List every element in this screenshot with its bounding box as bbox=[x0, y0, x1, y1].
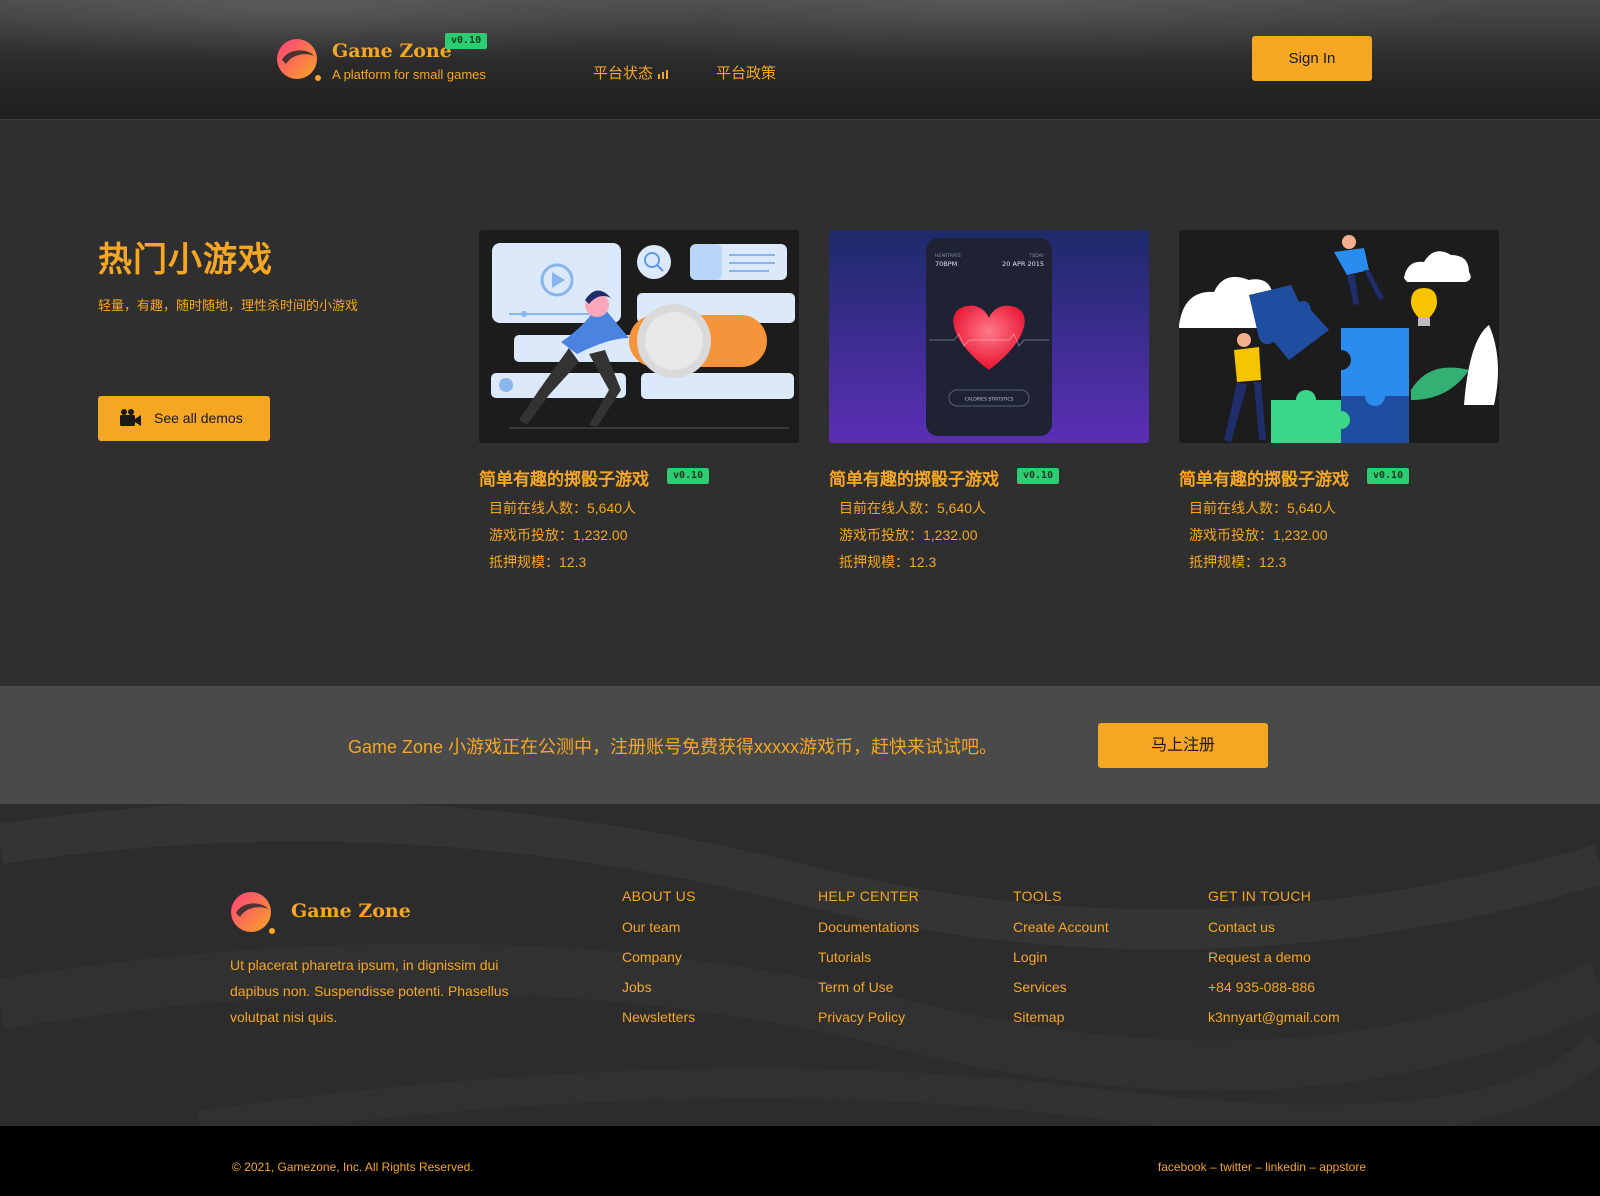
footer-link[interactable]: Request a demo bbox=[1208, 949, 1340, 965]
game-thumbnail-image[interactable]: HEARTRATE 70BPM TODAY 20 APR 2015 CALORI… bbox=[829, 230, 1149, 443]
column-heading: GET IN TOUCH bbox=[1208, 888, 1312, 904]
online-count: 目前在线人数：5,640人 bbox=[839, 500, 987, 516]
nav-platform-policy[interactable]: 平台政策 bbox=[716, 62, 776, 83]
game-thumbnail-image[interactable] bbox=[1179, 230, 1499, 443]
column-heading: HELP CENTER bbox=[818, 888, 920, 904]
see-all-demos-button[interactable]: See all demos bbox=[98, 396, 270, 441]
register-now-button[interactable]: 马上注册 bbox=[1098, 723, 1268, 768]
footer-brand-name[interactable]: Game Zone bbox=[291, 900, 411, 922]
game-zone-logo-icon[interactable] bbox=[276, 38, 322, 84]
coins-issued: 游戏币投放：1,232.00 bbox=[1189, 527, 1328, 543]
footer-link[interactable]: Login bbox=[1013, 949, 1109, 965]
version-badge: v0.10 bbox=[445, 33, 488, 49]
footer-link[interactable]: Create Account bbox=[1013, 919, 1109, 935]
footer-link[interactable]: Privacy Policy bbox=[818, 1009, 919, 1025]
column-heading: ABOUT US bbox=[622, 888, 696, 904]
social-links[interactable]: facebook – twitter – linkedin – appstore bbox=[1158, 1160, 1366, 1174]
footer-link[interactable]: k3nnyart@gmail.com bbox=[1208, 1009, 1340, 1025]
footer: Game Zone Ut placerat pharetra ipsum, in… bbox=[0, 804, 1600, 1126]
sign-in-button[interactable]: Sign In bbox=[1252, 36, 1372, 81]
footer-column-contact: GET IN TOUCH Contact us Request a demo +… bbox=[1208, 888, 1340, 1025]
footer-link[interactable]: Tutorials bbox=[818, 949, 919, 965]
phone-label-heartrate: HEARTRATE bbox=[935, 253, 961, 259]
game-card[interactable]: HEARTRATE 70BPM TODAY 20 APR 2015 CALORI… bbox=[829, 230, 1149, 572]
stake-size: 抵押规模：12.3 bbox=[1189, 554, 1287, 570]
bottom-bar: © 2021, Gamezone, Inc. All Rights Reserv… bbox=[0, 1126, 1600, 1196]
footer-description: Ut placerat pharetra ipsum, in dignissim… bbox=[230, 957, 509, 1025]
footer-link[interactable]: +84 935-088-886 bbox=[1208, 979, 1340, 995]
phone-label-today: TODAY bbox=[1028, 253, 1044, 259]
stake-size: 抵押规模：12.3 bbox=[839, 554, 937, 570]
top-header: Game Zone v0.10 A platform for small gam… bbox=[0, 0, 1600, 120]
hero-subtitle: 轻量，有趣，随时随地，理性杀时间的小游戏 bbox=[98, 298, 359, 313]
game-title[interactable]: 简单有趣的掷骰子游戏 bbox=[829, 470, 999, 489]
nav-platform-status[interactable]: 平台状态 bbox=[593, 62, 670, 83]
footer-link[interactable]: Newsletters bbox=[622, 1009, 696, 1025]
footer-column-tools: TOOLS Create Account Login Services Site… bbox=[1013, 888, 1109, 1025]
video-camera-icon bbox=[120, 409, 141, 426]
nav-label: 平台状态 bbox=[593, 65, 654, 82]
footer-link[interactable]: Company bbox=[622, 949, 696, 965]
phone-bpm: 70BPM bbox=[935, 260, 957, 268]
see-all-demos-label: See all demos bbox=[154, 410, 243, 426]
banner-text: Game Zone 小游戏正在公测中，注册账号免费获得xxxxx游戏币，赶快来试… bbox=[348, 737, 998, 757]
footer-link[interactable]: Sitemap bbox=[1013, 1009, 1109, 1025]
column-heading: TOOLS bbox=[1013, 888, 1062, 904]
game-thumbnail-image[interactable] bbox=[479, 230, 799, 443]
footer-link[interactable]: Jobs bbox=[622, 979, 696, 995]
online-count: 目前在线人数：5,640人 bbox=[489, 500, 637, 516]
brand-tagline: A platform for small games bbox=[332, 67, 486, 82]
signal-bars-icon bbox=[658, 70, 669, 79]
game-card[interactable]: 简单有趣的掷骰子游戏 v0.10 目前在线人数：5,640人 游戏币投放：1,2… bbox=[1179, 230, 1499, 572]
copyright: © 2021, Gamezone, Inc. All Rights Reserv… bbox=[232, 1160, 474, 1174]
phone-button: CALORIES STATISTICS bbox=[965, 397, 1014, 403]
phone-date: 20 APR 2015 bbox=[1002, 260, 1044, 268]
game-title[interactable]: 简单有趣的掷骰子游戏 bbox=[1179, 470, 1349, 489]
brand-name[interactable]: Game Zone bbox=[332, 40, 452, 62]
footer-link[interactable]: Term of Use bbox=[818, 979, 919, 995]
signup-banner: Game Zone 小游戏正在公测中，注册账号免费获得xxxxx游戏币，赶快来试… bbox=[0, 686, 1600, 804]
game-title[interactable]: 简单有趣的掷骰子游戏 bbox=[479, 470, 649, 489]
footer-link[interactable]: Our team bbox=[622, 919, 696, 935]
version-badge: v0.10 bbox=[667, 468, 710, 484]
footer-link[interactable]: Services bbox=[1013, 979, 1109, 995]
coins-issued: 游戏币投放：1,232.00 bbox=[839, 527, 978, 543]
hero-title: 热门小游戏 bbox=[98, 241, 273, 279]
footer-link[interactable]: Documentations bbox=[818, 919, 919, 935]
coins-issued: 游戏币投放：1,232.00 bbox=[489, 527, 628, 543]
stake-size: 抵押规模：12.3 bbox=[489, 554, 587, 570]
game-card[interactable]: 简单有趣的掷骰子游戏 v0.10 目前在线人数：5,640人 游戏币投放：1,2… bbox=[479, 230, 799, 572]
online-count: 目前在线人数：5,640人 bbox=[1189, 500, 1337, 516]
footer-column-help: HELP CENTER Documentations Tutorials Ter… bbox=[818, 888, 920, 1025]
footer-link[interactable]: Contact us bbox=[1208, 919, 1340, 935]
version-badge: v0.10 bbox=[1017, 468, 1060, 484]
footer-column-about: ABOUT US Our team Company Jobs Newslette… bbox=[622, 888, 696, 1025]
game-zone-logo-icon[interactable] bbox=[230, 891, 276, 937]
version-badge: v0.10 bbox=[1367, 468, 1410, 484]
